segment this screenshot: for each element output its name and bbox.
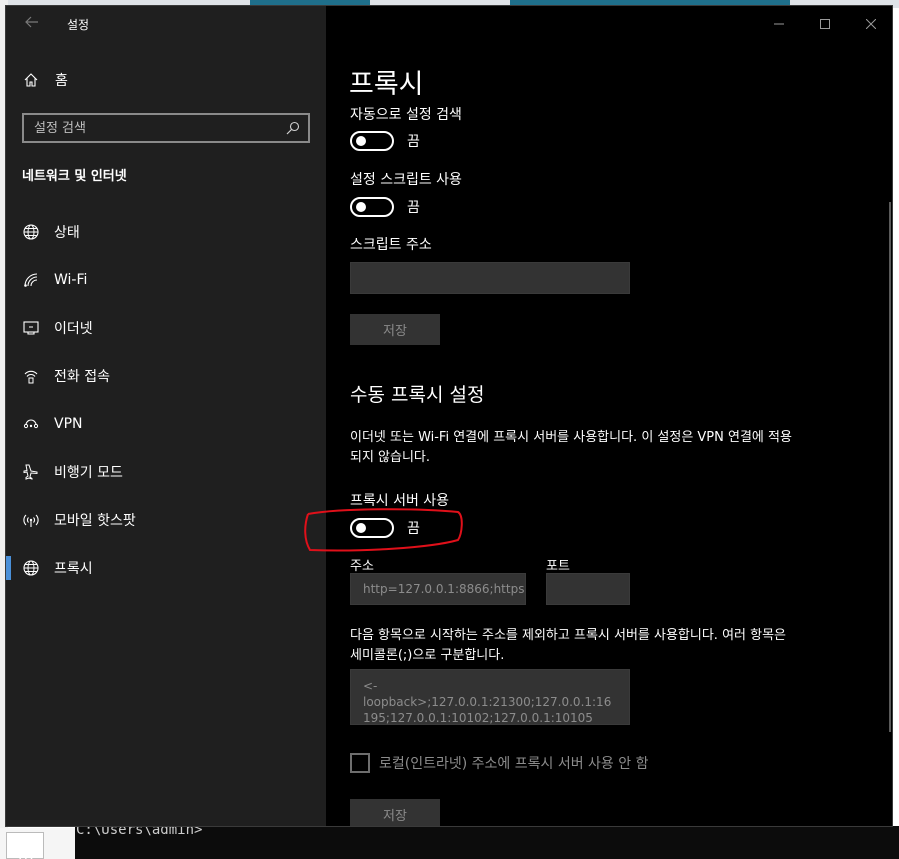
exclude-list-input[interactable]: <-loopback>;127.0.0.1:21300;127.0.0.1:16… bbox=[351, 670, 629, 724]
script-use-state: 끔 bbox=[407, 200, 420, 216]
local-bypass-checkbox[interactable] bbox=[350, 753, 370, 773]
use-proxy-toggle[interactable] bbox=[350, 518, 394, 538]
address-label: 주소 bbox=[350, 559, 374, 574]
airplane-icon bbox=[22, 463, 40, 481]
use-proxy-toggle-row[interactable]: 끔 bbox=[350, 518, 420, 538]
settings-window: 설정 홈 네트워크 및 인터넷 상태 bbox=[5, 5, 893, 827]
script-address-label: 스크립트 주소 bbox=[350, 237, 432, 253]
local-bypass-row[interactable]: 로컬(인트라넷) 주소에 프록시 서버 사용 안 함 bbox=[350, 753, 648, 773]
sidebar-item-label: 이더넷 bbox=[54, 321, 93, 337]
ethernet-icon bbox=[22, 319, 40, 337]
sidebar-item-dialup[interactable]: 전화 접속 bbox=[6, 352, 326, 400]
use-proxy-label: 프록시 서버 사용 bbox=[350, 493, 450, 509]
vpn-icon bbox=[22, 415, 40, 433]
use-proxy-state: 끔 bbox=[407, 521, 420, 537]
exclude-description: 다음 항목으로 시작하는 주소를 제외하고 프록시 서버를 사용합니다. 여러 … bbox=[350, 628, 787, 663]
toggle-knob bbox=[356, 202, 366, 212]
title-bar: 설정 bbox=[6, 6, 892, 42]
sidebar-item-hotspot[interactable]: 모바일 핫스팟 bbox=[6, 496, 326, 544]
window-controls bbox=[756, 6, 892, 42]
port-label: 포트 bbox=[546, 559, 570, 574]
auto-detect-toggle[interactable] bbox=[350, 131, 394, 151]
home-label: 홈 bbox=[55, 73, 68, 89]
proxy-settings-panel: 프록시 자동으로 설정 검색 끔 설정 스크립트 사용 끔 스크립트 주소 저장… bbox=[326, 42, 892, 826]
proxy-address-field[interactable] bbox=[350, 573, 526, 605]
wifi-icon bbox=[22, 271, 40, 289]
proxy-address-input[interactable] bbox=[351, 574, 525, 604]
hotspot-icon bbox=[22, 511, 40, 529]
exclude-list-field[interactable]: <-loopback>;127.0.0.1:21300;127.0.0.1:16… bbox=[350, 669, 630, 725]
minimize-icon bbox=[774, 23, 784, 25]
close-icon bbox=[866, 19, 876, 29]
sidebar-item-status[interactable]: 상태 bbox=[6, 208, 326, 256]
scrollbar[interactable] bbox=[889, 202, 891, 732]
auto-detect-label: 자동으로 설정 검색 bbox=[350, 107, 462, 123]
sidebar-item-label: 상태 bbox=[54, 225, 80, 241]
toggle-knob bbox=[356, 523, 366, 533]
desktop-tile-label: m bbox=[18, 846, 34, 859]
back-arrow-icon[interactable] bbox=[22, 14, 42, 34]
script-address-input[interactable] bbox=[351, 263, 629, 293]
home-icon bbox=[23, 72, 39, 88]
page-title: 프록시 bbox=[349, 69, 424, 100]
maximize-icon bbox=[820, 19, 830, 29]
sidebar-item-label: Wi-Fi bbox=[54, 272, 88, 288]
background-desktop-tile bbox=[0, 828, 75, 859]
sidebar-item-proxy[interactable]: 프록시 bbox=[6, 544, 326, 592]
manual-proxy-description: 이더넷 또는 Wi-Fi 연결에 프록시 서버를 사용합니다. 이 설정은 VP… bbox=[350, 430, 792, 465]
proxy-port-input[interactable] bbox=[547, 574, 629, 604]
sidebar-item-ethernet[interactable]: 이더넷 bbox=[6, 304, 326, 352]
sidebar-item-label: 모바일 핫스팟 bbox=[54, 513, 136, 529]
sidebar-nav: 상태 Wi-Fi 이더넷 전화 접속 VPN 비행기 모드 모바일 핫스팟 프록… bbox=[6, 208, 326, 592]
local-bypass-label: 로컬(인트라넷) 주소에 프록시 서버 사용 안 함 bbox=[379, 756, 649, 772]
globe-icon bbox=[22, 223, 40, 241]
sidebar-item-vpn[interactable]: VPN bbox=[6, 400, 326, 448]
auto-detect-toggle-row[interactable]: 끔 bbox=[350, 131, 420, 151]
sidebar-section-title: 네트워크 및 인터넷 bbox=[22, 169, 127, 184]
close-button[interactable] bbox=[848, 6, 892, 42]
script-address-field[interactable] bbox=[350, 262, 630, 294]
script-use-toggle-row[interactable]: 끔 bbox=[350, 197, 420, 217]
toggle-knob bbox=[356, 136, 366, 146]
sidebar-item-label: VPN bbox=[54, 416, 83, 432]
proxy-port-field[interactable] bbox=[546, 573, 630, 605]
globe-icon bbox=[22, 559, 40, 577]
auto-detect-state: 끔 bbox=[407, 134, 420, 150]
window-title: 설정 bbox=[67, 18, 90, 32]
search-icon[interactable] bbox=[286, 120, 302, 136]
sidebar-item-airplane[interactable]: 비행기 모드 bbox=[6, 448, 326, 496]
save-button-manual[interactable]: 저장 bbox=[350, 799, 440, 826]
script-use-toggle[interactable] bbox=[350, 197, 394, 217]
dialup-icon bbox=[22, 367, 40, 385]
sidebar-item-wifi[interactable]: Wi-Fi bbox=[6, 256, 326, 304]
manual-proxy-title: 수동 프록시 설정 bbox=[350, 384, 485, 406]
script-use-label: 설정 스크립트 사용 bbox=[350, 172, 462, 188]
search-input[interactable] bbox=[24, 115, 274, 141]
settings-search[interactable] bbox=[22, 113, 310, 143]
maximize-button[interactable] bbox=[802, 6, 848, 42]
sidebar-home[interactable]: 홈 bbox=[6, 62, 326, 98]
sidebar-item-label: 전화 접속 bbox=[54, 369, 110, 385]
sidebar-item-label: 비행기 모드 bbox=[54, 465, 123, 481]
sidebar-item-label: 프록시 bbox=[54, 561, 93, 577]
save-button[interactable]: 저장 bbox=[350, 314, 440, 345]
minimize-button[interactable] bbox=[756, 6, 802, 42]
